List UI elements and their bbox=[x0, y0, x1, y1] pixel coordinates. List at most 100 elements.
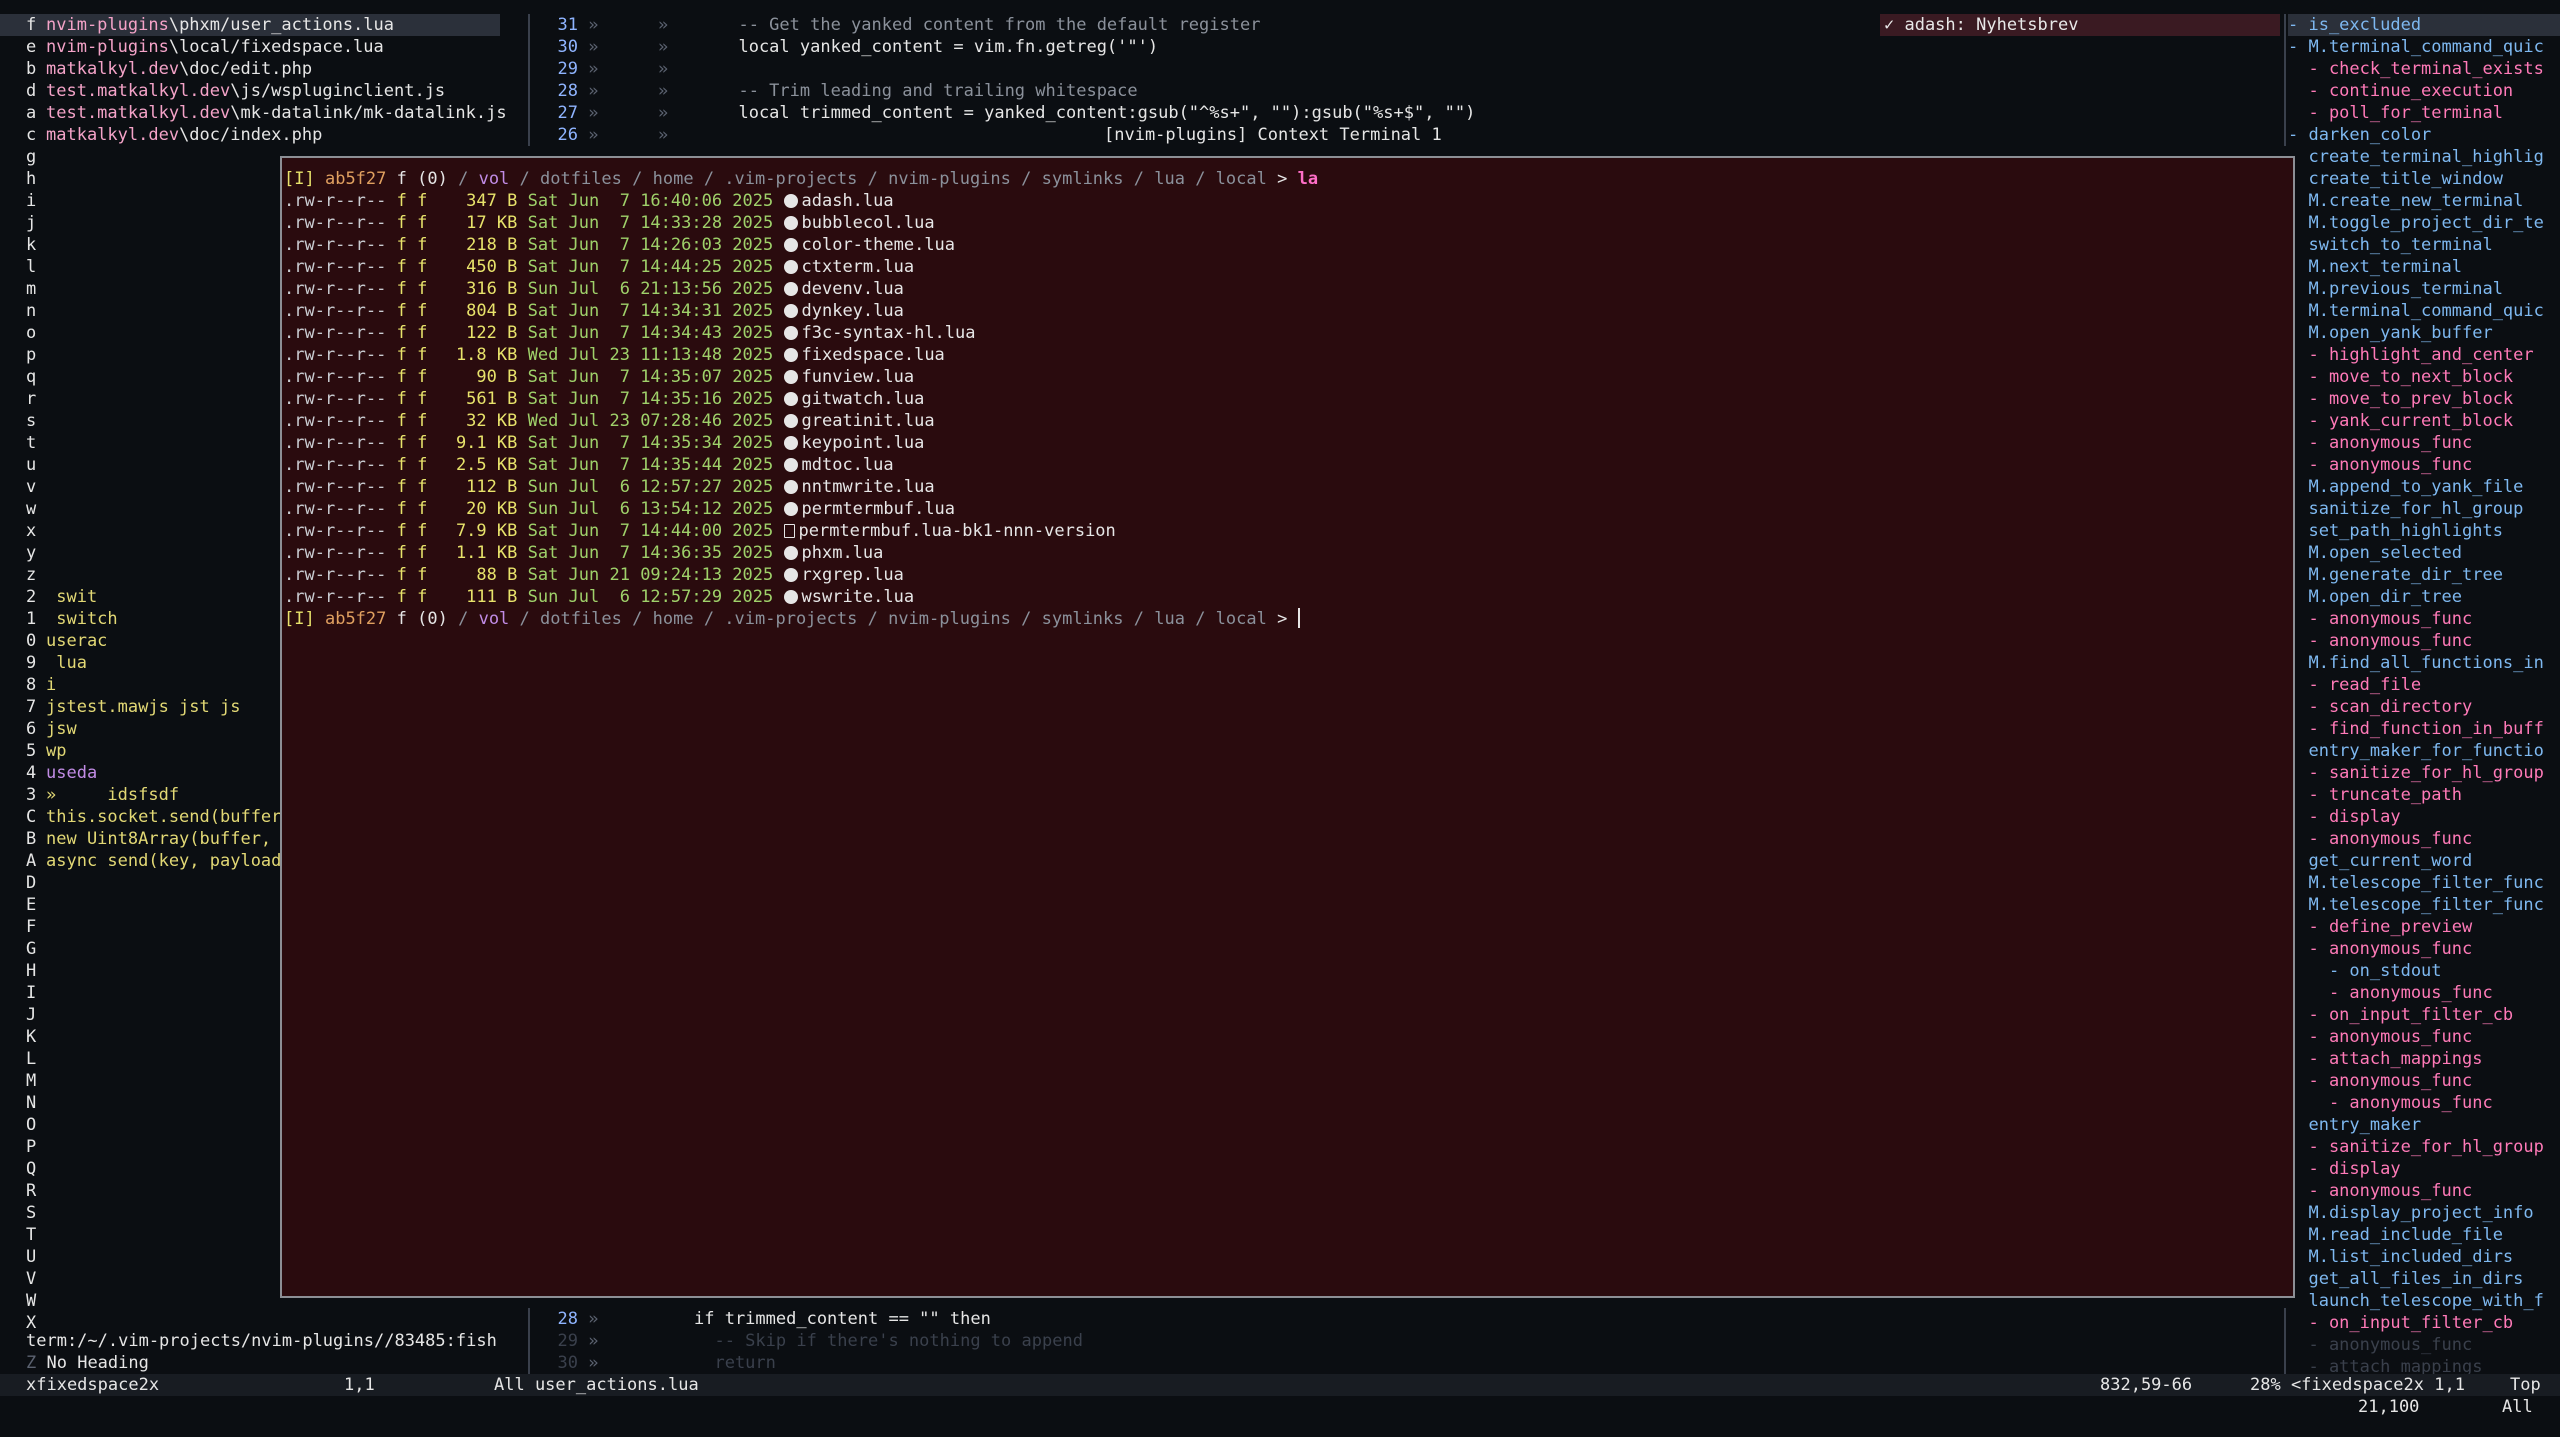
outline-item[interactable]: - on_input_filter_cb bbox=[2288, 1004, 2560, 1026]
outline-item[interactable]: entry_maker_for_functio bbox=[2288, 740, 2560, 762]
editor-pane-bottom[interactable]: 28 » if trimmed_content == "" then 29 » --… bbox=[530, 1308, 1880, 1374]
outline-item[interactable]: - is_excluded bbox=[2288, 14, 2560, 36]
code-line[interactable]: 29 » » bbox=[530, 58, 1880, 80]
outline-item[interactable]: - anonymous_func bbox=[2288, 828, 2560, 850]
code-line[interactable]: 27 » » local trimmed_content = yanked_con… bbox=[530, 102, 1880, 124]
path-segment: symlinks bbox=[1041, 609, 1124, 629]
outline-item[interactable]: - move_to_prev_block bbox=[2288, 388, 2560, 410]
buffer-item[interactable]: f nvim-plugins\phxm/user_actions.lua bbox=[0, 14, 500, 36]
outline-item[interactable]: launch_telescope_with_f bbox=[2288, 1290, 2560, 1312]
outline-item[interactable]: - sanitize_for_hl_group bbox=[2288, 762, 2560, 784]
outline-item[interactable]: - anonymous_func bbox=[2288, 982, 2560, 1004]
outline-item[interactable]: M.terminal_command_quic bbox=[2288, 300, 2560, 322]
outline-item[interactable]: - check_terminal_exists bbox=[2288, 58, 2560, 80]
outline-item[interactable]: M.previous_terminal bbox=[2288, 278, 2560, 300]
indent-marker: » bbox=[658, 59, 669, 79]
outline-item[interactable]: get_all_files_in_dirs bbox=[2288, 1268, 2560, 1290]
register-key: B bbox=[26, 829, 37, 849]
outline-item[interactable]: - anonymous_func bbox=[2288, 938, 2560, 960]
outline-item[interactable]: - define_preview bbox=[2288, 916, 2560, 938]
buffer-item[interactable]: c matkalkyl.dev\doc/index.php bbox=[0, 124, 530, 146]
outline-item[interactable]: set_path_highlights bbox=[2288, 520, 2560, 542]
file-listing-row: .rw-r--r-- f f 450 B Sat Jun 7 14:44:25 2… bbox=[284, 256, 2289, 278]
outline-item[interactable]: switch_to_terminal bbox=[2288, 234, 2560, 256]
code-line[interactable]: 28 » if trimmed_content == "" then bbox=[530, 1308, 1880, 1330]
outline-item[interactable]: M.telescope_filter_func bbox=[2288, 894, 2560, 916]
file-listing-row: .rw-r--r-- f f 111 B Sun Jul 6 12:57:29 2… bbox=[284, 586, 2289, 608]
outline-item[interactable]: M.toggle_project_dir_te bbox=[2288, 212, 2560, 234]
outline-item[interactable]: M.next_terminal bbox=[2288, 256, 2560, 278]
outline-item[interactable]: M.open_dir_tree bbox=[2288, 586, 2560, 608]
buffer-item[interactable]: e nvim-plugins\local/fixedspace.lua bbox=[0, 36, 530, 58]
code-line[interactable]: 29 » -- Skip if there's nothing to appen… bbox=[530, 1330, 1880, 1352]
file-owner: f bbox=[396, 455, 407, 475]
code-line[interactable]: 31 » » -- Get the yanked content from the… bbox=[530, 14, 1880, 36]
code-line[interactable]: 30 » » local yanked_content = vim.fn.getr… bbox=[530, 36, 1880, 58]
file-listing-row: .rw-r--r-- f f 9.1 KB Sat Jun 7 14:35:34 … bbox=[284, 432, 2289, 454]
outline-item[interactable]: - continue_execution bbox=[2288, 80, 2560, 102]
outline-item[interactable]: - truncate_path bbox=[2288, 784, 2560, 806]
register-key: 5 bbox=[26, 741, 37, 761]
outline-item[interactable]: M.list_included_dirs bbox=[2288, 1246, 2560, 1268]
mark-key: J bbox=[26, 1005, 37, 1025]
lua-file-icon bbox=[783, 370, 798, 384]
shell-prompt[interactable]: [I] ab5f27 f (0) / vol / dotfiles / home… bbox=[284, 608, 2289, 630]
outline-item[interactable]: create_title_window bbox=[2288, 168, 2560, 190]
indent-marker: » bbox=[578, 15, 599, 35]
code-line[interactable]: 28 » » -- Trim leading and trailing white… bbox=[530, 80, 1880, 102]
outline-item[interactable]: - attach_mappings bbox=[2288, 1048, 2560, 1070]
buffer-path-root: matkalkyl.dev bbox=[46, 125, 180, 145]
prompt-arrow: > bbox=[1266, 169, 1298, 189]
outline-item[interactable]: M.open_yank_buffer bbox=[2288, 322, 2560, 344]
code-text: local trimmed_content = yanked_content:g… bbox=[718, 103, 1476, 123]
outline-item[interactable]: M.append_to_yank_file bbox=[2288, 476, 2560, 498]
outline-item[interactable]: sanitize_for_hl_group bbox=[2288, 498, 2560, 520]
outline-item[interactable]: - display bbox=[2288, 806, 2560, 828]
outline-item[interactable]: - anonymous_func bbox=[2288, 630, 2560, 652]
outline-item[interactable]: M.read_include_file bbox=[2288, 1224, 2560, 1246]
file-permissions: .rw-r--r-- bbox=[284, 565, 387, 585]
outline-item[interactable]: - anonymous_func bbox=[2288, 1092, 2560, 1114]
mark-key: M bbox=[26, 1071, 37, 1091]
buffer-item[interactable]: a test.matkalkyl.dev\mk-datalink/mk-datal… bbox=[0, 102, 530, 124]
outline-item[interactable]: - poll_for_terminal bbox=[2288, 102, 2560, 124]
outline-item[interactable]: - anonymous_func bbox=[2288, 1070, 2560, 1092]
line-number: 29 bbox=[557, 59, 578, 79]
outline-item[interactable]: M.open_selected bbox=[2288, 542, 2560, 564]
outline-item[interactable]: - M.terminal_command_quic bbox=[2288, 36, 2560, 58]
file-listing-row: .rw-r--r-- f f 7.9 KB Sat Jun 7 14:44:00 … bbox=[284, 520, 2289, 542]
outline-item[interactable]: - move_to_next_block bbox=[2288, 366, 2560, 388]
outline-item[interactable]: - read_file bbox=[2288, 674, 2560, 696]
outline-item[interactable]: - anonymous_func bbox=[2288, 1334, 2560, 1356]
symbol-outline-panel[interactable]: - is_excluded - M.terminal_command_quic -… bbox=[2288, 14, 2560, 1374]
path-segment: home bbox=[652, 609, 694, 629]
outline-item[interactable]: - attach_mappings bbox=[2288, 1356, 2560, 1374]
terminal-output[interactable]: [I] ab5f27 f (0) / vol / dotfiles / home… bbox=[284, 168, 2289, 630]
outline-item[interactable]: - darken_color bbox=[2288, 124, 2560, 146]
outline-item[interactable]: - highlight_and_center bbox=[2288, 344, 2560, 366]
outline-item[interactable]: - anonymous_func bbox=[2288, 432, 2560, 454]
outline-item[interactable]: - on_input_filter_cb bbox=[2288, 1312, 2560, 1334]
outline-item[interactable]: - scan_directory bbox=[2288, 696, 2560, 718]
outline-item[interactable]: - anonymous_func bbox=[2288, 1026, 2560, 1048]
outline-item[interactable]: M.find_all_functions_in bbox=[2288, 652, 2560, 674]
outline-item[interactable]: - sanitize_for_hl_group bbox=[2288, 1136, 2560, 1158]
outline-item[interactable]: - on_stdout bbox=[2288, 960, 2560, 982]
outline-item[interactable]: M.telescope_filter_func bbox=[2288, 872, 2560, 894]
mark-key: y bbox=[26, 543, 37, 563]
outline-item[interactable]: - anonymous_func bbox=[2288, 1180, 2560, 1202]
outline-item[interactable]: M.display_project_info bbox=[2288, 1202, 2560, 1224]
outline-item[interactable]: get_current_word bbox=[2288, 850, 2560, 872]
code-line[interactable]: 30 » return bbox=[530, 1352, 1880, 1374]
outline-item[interactable]: - anonymous_func bbox=[2288, 454, 2560, 476]
outline-item[interactable]: - display bbox=[2288, 1158, 2560, 1180]
outline-item[interactable]: create_terminal_highlig bbox=[2288, 146, 2560, 168]
buffer-item[interactable]: b matkalkyl.dev\doc/edit.php bbox=[0, 58, 530, 80]
buffer-item[interactable]: d test.matkalkyl.dev\js/wspluginclient.js bbox=[0, 80, 530, 102]
outline-item[interactable]: - yank_current_block bbox=[2288, 410, 2560, 432]
outline-item[interactable]: M.create_new_terminal bbox=[2288, 190, 2560, 212]
outline-item[interactable]: M.generate_dir_tree bbox=[2288, 564, 2560, 586]
outline-item[interactable]: - anonymous_func bbox=[2288, 608, 2560, 630]
outline-item[interactable]: entry_maker bbox=[2288, 1114, 2560, 1136]
outline-item[interactable]: - find_function_in_buff bbox=[2288, 718, 2560, 740]
